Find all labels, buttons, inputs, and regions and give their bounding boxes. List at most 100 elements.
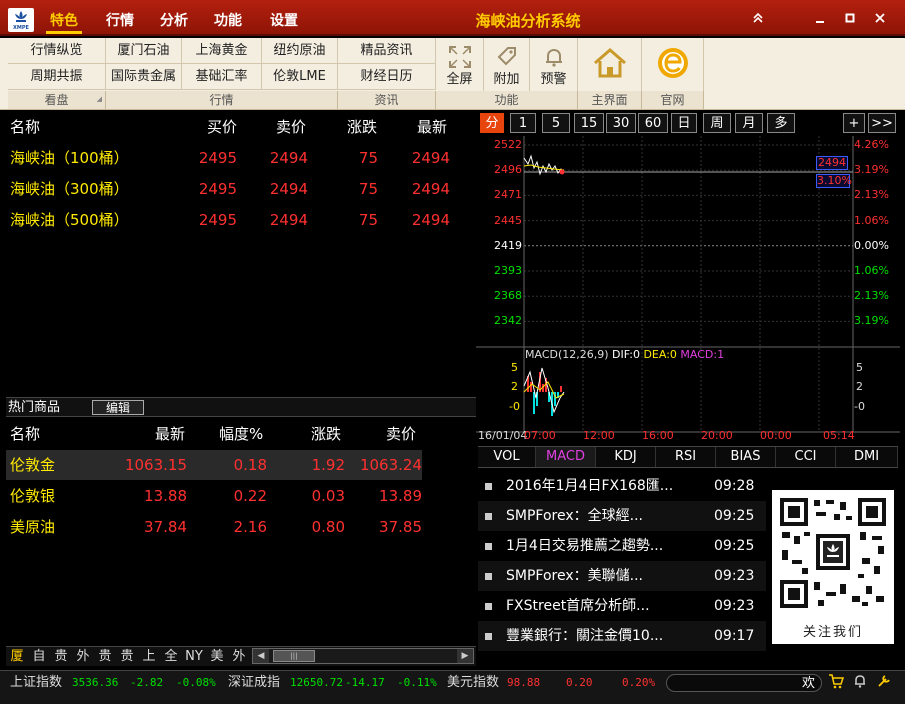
period-tab[interactable]: 15 xyxy=(574,113,604,133)
tab-cci[interactable]: CCI xyxy=(776,447,836,467)
scroll-right-button[interactable]: >> xyxy=(868,113,896,133)
col-change[interactable]: 涨跌 xyxy=(347,112,377,142)
period-tab[interactable]: 30 xyxy=(606,113,636,133)
time-label: 16:00 xyxy=(642,429,674,442)
col-last[interactable]: 最新 xyxy=(417,112,447,142)
menu-quotes[interactable]: 行情 xyxy=(98,0,142,36)
time-label: 20:00 xyxy=(701,429,733,442)
menu-functions[interactable]: 功能 xyxy=(206,0,250,36)
period-tab[interactable]: 日 xyxy=(671,113,697,133)
pct-tick: 1.06% xyxy=(854,213,889,227)
tab-rsi[interactable]: RSI xyxy=(656,447,716,467)
table-row[interactable]: 海峡油（300桶） 2495 2494 75 2494 xyxy=(0,174,470,204)
sz-index-label[interactable]: 深证成指 xyxy=(228,671,280,695)
col-buy[interactable]: 买价 xyxy=(207,112,237,142)
tab-shanghai[interactable]: 上 xyxy=(140,647,158,667)
col-sell[interactable]: 卖价 xyxy=(276,112,306,142)
btn-london-lme[interactable]: 伦敦LME xyxy=(262,64,338,90)
macd-title: MACD(12,26,9) DIF:0 DEA:0 MACD:1 xyxy=(525,348,725,361)
scroll-left-icon[interactable]: ◀ xyxy=(253,649,269,663)
usd-index-pct: 0.20% xyxy=(622,676,656,689)
period-tab[interactable]: 多 xyxy=(767,113,795,133)
tab-ny[interactable]: NY xyxy=(182,647,206,667)
table-row[interactable]: 美原油 37.84 2.16 0.80 37.85 xyxy=(6,512,422,542)
tag-icon xyxy=(497,47,516,66)
btn-shanghai-gold[interactable]: 上海黄金 xyxy=(182,38,262,64)
period-tab[interactable]: 月 xyxy=(735,113,763,133)
tab-kdj[interactable]: KDJ xyxy=(596,447,656,467)
table-row[interactable]: 海峡油（100桶） 2495 2494 75 2494 xyxy=(0,143,470,173)
time-label: 07:00 xyxy=(524,429,556,442)
tab-fx-2[interactable]: 外 xyxy=(230,647,248,667)
group-main-ui: 主界面 xyxy=(578,91,642,109)
tab-precious-1[interactable]: 贵 xyxy=(52,647,70,667)
btn-market-overview[interactable]: 行情纵览 xyxy=(8,38,106,64)
collapse-icon[interactable] xyxy=(750,12,766,28)
list-item[interactable]: 1月4日交易推薦之趨勢... 09:25 xyxy=(478,531,766,561)
list-item[interactable]: SMPForex：美聯儲... 09:23 xyxy=(478,561,766,591)
horizontal-scrollbar[interactable]: ◀ ||| ▶ xyxy=(252,648,474,664)
tab-precious-3[interactable]: 贵 xyxy=(118,647,136,667)
list-item[interactable]: SMPForex：全球經... 09:25 xyxy=(478,501,766,531)
menu-analysis[interactable]: 分析 xyxy=(152,0,196,36)
tab-bias[interactable]: BIAS xyxy=(716,447,776,467)
ie-browser-icon xyxy=(657,48,688,78)
period-tab[interactable]: 分 xyxy=(480,113,504,133)
list-item[interactable]: 2016年1月4日FX168匯... 09:28 xyxy=(478,471,766,501)
expand-icon[interactable]: ◢ xyxy=(97,90,102,108)
btn-fullscreen[interactable]: 全屏 xyxy=(436,38,484,92)
sh-index-change: -2.82 xyxy=(130,676,164,689)
bell-status-icon[interactable] xyxy=(852,673,868,698)
cart-icon[interactable] xyxy=(828,673,845,698)
scroll-right-icon[interactable]: ▶ xyxy=(457,649,473,663)
qr-caption: 关注我们 xyxy=(802,625,863,640)
scroll-thumb[interactable]: ||| xyxy=(273,650,315,662)
menu-featured[interactable]: 特色 xyxy=(42,0,86,36)
btn-official-site[interactable] xyxy=(642,38,704,92)
list-item[interactable]: 豐業銀行：關注金價10... 09:17 xyxy=(478,621,766,651)
btn-econ-calendar[interactable]: 财经日历 xyxy=(338,64,436,90)
tab-xiamen[interactable]: 厦 xyxy=(8,647,26,667)
tab-precious-2[interactable]: 贵 xyxy=(96,647,114,667)
tools-icon[interactable] xyxy=(876,673,892,698)
tab-all[interactable]: 全 xyxy=(162,647,180,667)
table-row[interactable]: 伦敦金 1063.15 0.18 1.92 1063.24 xyxy=(6,450,422,480)
period-tab[interactable]: 1 xyxy=(510,113,536,133)
minimize-icon[interactable] xyxy=(812,12,828,28)
tab-fx-1[interactable]: 外 xyxy=(74,647,92,667)
price-tick: 2419 xyxy=(494,238,522,252)
table-row[interactable]: 海峡油（500桶） 2495 2494 75 2494 xyxy=(0,205,470,235)
price-tick: 2393 xyxy=(494,264,522,277)
tab-vol[interactable]: VOL xyxy=(478,447,536,467)
ticker-box[interactable]: 欢 xyxy=(666,674,822,692)
pct-tick: 2.13% xyxy=(854,188,889,202)
sh-index-label[interactable]: 上证指数 xyxy=(10,671,62,695)
table-row[interactable]: 伦敦银 13.88 0.22 0.03 13.89 xyxy=(6,481,422,511)
btn-cycle-resonance[interactable]: 周期共振 xyxy=(8,64,106,90)
btn-intl-metals[interactable]: 国际贵金属 xyxy=(106,64,182,90)
tab-macd[interactable]: MACD xyxy=(536,447,596,467)
period-tab[interactable]: 60 xyxy=(638,113,668,133)
period-tab[interactable]: 周 xyxy=(703,113,731,133)
tab-us[interactable]: 美 xyxy=(208,647,226,667)
btn-base-fx[interactable]: 基础汇率 xyxy=(182,64,262,90)
tab-self[interactable]: 自 xyxy=(30,647,48,667)
edit-button[interactable]: 编辑 xyxy=(92,400,144,415)
btn-alert[interactable]: 预警 xyxy=(530,38,578,92)
zoom-in-button[interactable]: + xyxy=(843,113,865,133)
maximize-icon[interactable] xyxy=(842,12,858,28)
usd-index-label[interactable]: 美元指数 xyxy=(447,671,499,695)
btn-ny-crude[interactable]: 纽约原油 xyxy=(262,38,338,64)
col-name[interactable]: 名称 xyxy=(10,112,40,142)
tab-dmi[interactable]: DMI xyxy=(836,447,898,467)
btn-xiamen-oil[interactable]: 厦门石油 xyxy=(106,38,182,64)
logo-text: XMPE xyxy=(13,25,29,31)
close-icon[interactable] xyxy=(872,12,888,28)
period-tab[interactable]: 5 xyxy=(542,113,570,133)
list-item[interactable]: FXStreet首席分析師... 09:23 xyxy=(478,591,766,621)
menu-settings[interactable]: 设置 xyxy=(262,0,306,36)
qr-code[interactable]: 关注我们 xyxy=(772,490,894,644)
btn-premium-news[interactable]: 精品资讯 xyxy=(338,38,436,64)
btn-attach[interactable]: 附加 xyxy=(484,38,530,92)
btn-home[interactable] xyxy=(578,38,642,92)
